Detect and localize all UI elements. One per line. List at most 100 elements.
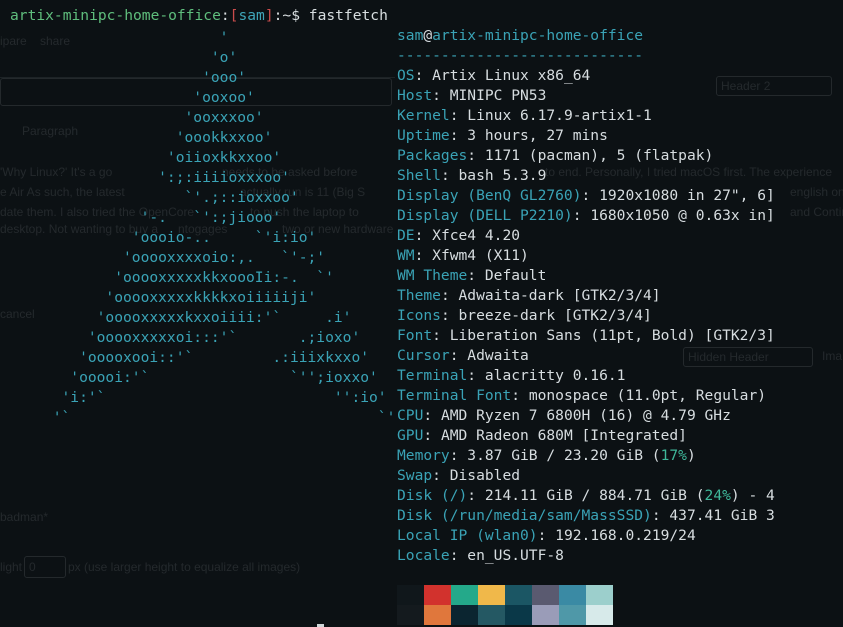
logo-line: ' [0,29,229,46]
info-key: Disk (/) [397,487,468,504]
info-tail: ) [686,447,696,464]
info-key: Shell [397,167,441,184]
palette-swatch [397,605,424,625]
info-key: Display (BenQ GL2760) [397,187,582,204]
info-value: Liberation Sans (11pt, Bold) [GTK2/3] [449,327,775,344]
logo-line: 'ooooxxxxoio:,. `'-;' [0,249,326,266]
logo-line: 'ooxoo' [0,89,255,106]
info-row: Display (BenQ GL2760): 1920x1080 in 27",… [397,187,775,204]
palette-swatch [532,605,559,625]
info-percent: 17% [660,447,687,464]
info-row: Local IP (wlan0): 192.168.0.219/24 [397,527,696,544]
info-row: Shell: bash 5.3.9 [397,167,547,184]
info-row: GPU: AMD Radeon 680M [Integrated] [397,427,687,444]
shell-prompt: artix-minipc-home-office:[sam]:~$ fastfe… [10,7,388,24]
info-value: 1171 (pacman), 5 (flatpak) [484,147,714,164]
palette-swatch [586,605,613,625]
logo-line: 'ooooxxxxxkkxoooIi:-. `' [0,269,334,286]
info-row: OS: Artix Linux x86_64 [397,67,591,84]
distro-logo-ascii: ' 'o' 'ooo' 'ooxoo' 'ooxxxoo' 'oookkxxoo… [0,28,396,428]
palette-swatch [505,605,532,625]
info-row: Memory: 3.87 GiB / 23.20 GiB (17%) [397,447,696,464]
info-value: MINIPC PN53 [449,87,547,104]
prompt-host: artix-minipc-home-office [10,7,221,24]
info-row: Display (DELL P2210): 1680x1050 @ 0.63x … [397,207,775,224]
info-value: monospace (11.0pt, Regular) [528,387,767,404]
info-value: Linux 6.17.9-artix1-1 [467,107,652,124]
info-value: Xfwm4 (X11) [432,247,529,264]
info-key: Cursor [397,347,450,364]
info-separator: ---------------------------- [397,47,644,64]
info-key: Kernel [397,107,450,124]
info-row: Packages: 1171 (pacman), 5 (flatpak) [397,147,714,164]
info-key: Terminal [397,367,468,384]
info-key: Display (DELL P2210) [397,207,573,224]
info-key: Packages [397,147,468,164]
logo-line: 'ooooi:'` `'';ioxxo' [0,369,378,386]
info-key: Swap [397,467,433,484]
info-key: OS [397,67,415,84]
info-host: artix-minipc-home-office [432,27,644,44]
info-percent: 24% [704,487,731,504]
logo-line: 'i:'` '':io' [0,389,387,406]
color-palette [397,585,613,625]
logo-line: '` `' [0,409,396,426]
palette-swatch [586,585,613,605]
info-value: en_US.UTF-8 [467,547,564,564]
info-key: CPU [397,407,424,424]
logo-line: 'oooio-.. `'i:io' [0,229,317,246]
info-row: WM Theme: Default [397,267,547,284]
palette-swatch [478,605,505,625]
logo-line: '-. `':;jiooo' [0,209,282,226]
info-row: Font: Liberation Sans (11pt, Bold) [GTK2… [397,327,775,344]
palette-swatch [505,585,532,605]
info-user: sam [397,27,424,44]
info-title: sam@artix-minipc-home-office [397,26,775,46]
info-value: AMD Radeon 680M [Integrated] [440,427,687,444]
terminal-window[interactable]: artix-minipc-home-office:[sam]:~$ fastfe… [0,0,843,627]
info-row: Uptime: 3 hours, 27 mins [397,127,608,144]
prompt-suffix: :~$ [273,7,309,24]
info-row: Icons: breeze-dark [GTK2/3/4] [397,307,652,324]
info-row: Kernel: Linux 6.17.9-artix1-1 [397,107,652,124]
prompt-user: sam [238,7,265,24]
palette-swatch [559,585,586,605]
logo-line: ':;:iiiioxxxoo' [0,169,290,186]
palette-swatch [424,605,451,625]
info-row: CPU: AMD Ryzen 7 6800H (16) @ 4.79 GHz [397,407,731,424]
info-key: Locale [397,547,450,564]
info-row: Disk (/run/media/sam/MassSSD): 437.41 Gi… [397,507,775,524]
logo-line: 'o' [0,49,238,66]
info-key: Memory [397,447,450,464]
logo-line: 'ooooxxxxxkkkkxoiiiiiji' [0,289,317,306]
info-value: Xfce4 4.20 [432,227,521,244]
info-row: Theme: Adwaita-dark [GTK2/3/4] [397,287,661,304]
logo-line: 'ooooxxxxxkxxoiiii:'` .i' [0,309,352,326]
logo-line: 'oookkxxoo' [0,129,273,146]
info-value: Default [484,267,547,284]
logo-line: `'.;::ioxxoo' [0,189,299,206]
info-key: GPU [397,427,424,444]
info-row: Locale: en_US.UTF-8 [397,547,564,564]
info-key: WM [397,247,415,264]
info-value: alacritty 0.16.1 [484,367,626,384]
info-row: DE: Xfce4 4.20 [397,227,521,244]
info-value: 437.41 GiB 3 [669,507,775,524]
info-row: Disk (/): 214.11 GiB / 884.71 GiB (24%) … [397,487,775,504]
info-value: 3 hours, 27 mins [467,127,608,144]
info-row: Host: MINIPC PN53 [397,87,547,104]
info-row: Terminal: alacritty 0.16.1 [397,367,626,384]
system-info: sam@artix-minipc-home-office -----------… [397,26,775,566]
info-key: Uptime [397,127,450,144]
info-row: Swap: Disabled [397,467,521,484]
info-key: Disk (/run/media/sam/MassSSD) [397,507,652,524]
palette-swatch [478,585,505,605]
logo-line: 'oiioxkkxxoo' [0,149,282,166]
info-value: 3.87 GiB / 23.20 GiB ( [467,447,661,464]
info-key: Font [397,327,433,344]
palette-row-normal [397,585,613,605]
info-at: @ [423,27,433,44]
logo-line: 'ooxxxoo' [0,109,264,126]
info-key: Host [397,87,433,104]
info-key: DE [397,227,415,244]
